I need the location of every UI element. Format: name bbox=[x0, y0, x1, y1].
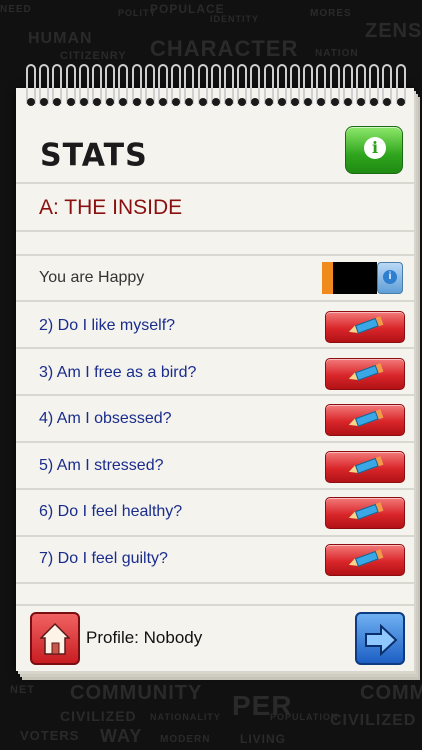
next-button[interactable] bbox=[355, 612, 405, 665]
divider bbox=[16, 230, 414, 232]
mood-status-text: You are Happy bbox=[39, 269, 145, 286]
spiral-hole bbox=[66, 98, 75, 106]
spiral-hole bbox=[27, 98, 35, 106]
spiral-hole bbox=[317, 98, 326, 106]
spiral-hole bbox=[396, 98, 405, 106]
spiral-hole bbox=[383, 98, 392, 106]
pencil-icon bbox=[347, 456, 384, 476]
bg-word: WAY bbox=[100, 726, 143, 746]
bg-word: HUMAN bbox=[28, 30, 93, 47]
edit-button[interactable] bbox=[325, 497, 405, 529]
divider bbox=[16, 488, 414, 490]
bg-word: NET bbox=[10, 684, 35, 696]
info-icon: i bbox=[364, 137, 386, 159]
edit-button[interactable] bbox=[325, 404, 405, 436]
spiral-hole bbox=[159, 98, 167, 106]
spiral-hole bbox=[145, 98, 154, 106]
spiral-hole bbox=[343, 98, 352, 106]
bg-word: COMMU bbox=[360, 682, 422, 704]
edit-button[interactable] bbox=[325, 451, 405, 483]
divider bbox=[16, 394, 414, 396]
info-button[interactable]: i bbox=[345, 126, 403, 174]
divider bbox=[16, 604, 414, 606]
divider bbox=[16, 582, 414, 584]
spiral-hole bbox=[251, 98, 260, 106]
mood-info-button[interactable]: i bbox=[377, 262, 403, 294]
profile-label: Profile: Nobody bbox=[86, 628, 203, 647]
bg-word: CHARACTER bbox=[150, 36, 299, 61]
arrow-right-icon bbox=[365, 624, 398, 656]
spiral-hole bbox=[119, 98, 128, 106]
spiral-hole bbox=[264, 98, 273, 106]
bg-word: CIVILIZED bbox=[330, 712, 417, 729]
spiral-hole bbox=[211, 98, 220, 106]
edit-button[interactable] bbox=[325, 358, 405, 390]
spiral-hole bbox=[357, 98, 365, 106]
question-item: 2) Do I like myself? bbox=[39, 317, 176, 334]
spiral-hole bbox=[330, 98, 339, 106]
bg-word: NATION bbox=[315, 48, 359, 59]
section-title: A: THE INSIDE bbox=[39, 196, 183, 219]
spiral-hole bbox=[53, 98, 62, 106]
divider bbox=[16, 300, 414, 302]
question-item: 6) Do I feel healthy? bbox=[39, 503, 183, 520]
bg-word: POPULATION bbox=[270, 712, 339, 722]
bg-word: MODERN bbox=[160, 734, 211, 745]
divider bbox=[16, 182, 414, 184]
spiral-hole bbox=[132, 98, 141, 106]
info-icon: i bbox=[383, 270, 397, 284]
divider bbox=[16, 347, 414, 349]
question-item: 5) Am I stressed? bbox=[39, 457, 164, 474]
pencil-icon bbox=[347, 363, 384, 383]
spiral-hole bbox=[198, 98, 207, 106]
page-title: STATS bbox=[40, 137, 148, 174]
edit-button[interactable] bbox=[325, 311, 405, 343]
bg-word: CITIZENRY bbox=[60, 50, 127, 62]
spiral-binding bbox=[22, 64, 412, 112]
spiral-hole bbox=[79, 98, 88, 106]
spiral-hole bbox=[277, 98, 286, 106]
bg-word: MORES bbox=[310, 8, 352, 19]
divider bbox=[16, 535, 414, 537]
question-item: 7) Do I feel guilty? bbox=[39, 550, 168, 567]
spiral-hole bbox=[238, 98, 247, 106]
pencil-icon bbox=[347, 316, 384, 336]
home-button[interactable] bbox=[30, 612, 80, 665]
mood-color-bar bbox=[322, 262, 333, 294]
spiral-hole bbox=[304, 98, 313, 106]
bg-word: NEED bbox=[0, 4, 32, 15]
spiral-hole bbox=[172, 98, 181, 106]
bg-word: ZENS bbox=[365, 20, 422, 42]
spiral-hole bbox=[40, 98, 49, 106]
bg-word: CIVILIZED bbox=[60, 708, 137, 724]
spiral-hole bbox=[291, 98, 299, 106]
mood-level-box bbox=[333, 262, 377, 294]
pencil-icon bbox=[347, 502, 384, 522]
pencil-icon bbox=[347, 409, 384, 429]
question-item: 4) Am I obsessed? bbox=[39, 410, 172, 427]
edit-button[interactable] bbox=[325, 544, 405, 576]
divider bbox=[16, 254, 414, 256]
bg-word: IDENTITY bbox=[210, 14, 260, 24]
bg-word: LIVING bbox=[240, 732, 287, 746]
spiral-hole bbox=[93, 98, 101, 106]
spiral-hole bbox=[185, 98, 194, 106]
question-item: 3) Am I free as a bird? bbox=[39, 364, 197, 381]
spiral-hole bbox=[370, 98, 379, 106]
bg-word: COMMUNITY bbox=[70, 682, 203, 704]
divider bbox=[16, 441, 414, 443]
mood-indicator[interactable]: i bbox=[322, 262, 404, 294]
spiral-hole bbox=[106, 98, 115, 106]
pencil-icon bbox=[347, 549, 384, 569]
spiral-hole bbox=[225, 98, 233, 106]
bg-word: NATIONALITY bbox=[150, 712, 221, 722]
bg-word: VOTERS bbox=[20, 728, 80, 743]
home-icon bbox=[40, 622, 70, 655]
